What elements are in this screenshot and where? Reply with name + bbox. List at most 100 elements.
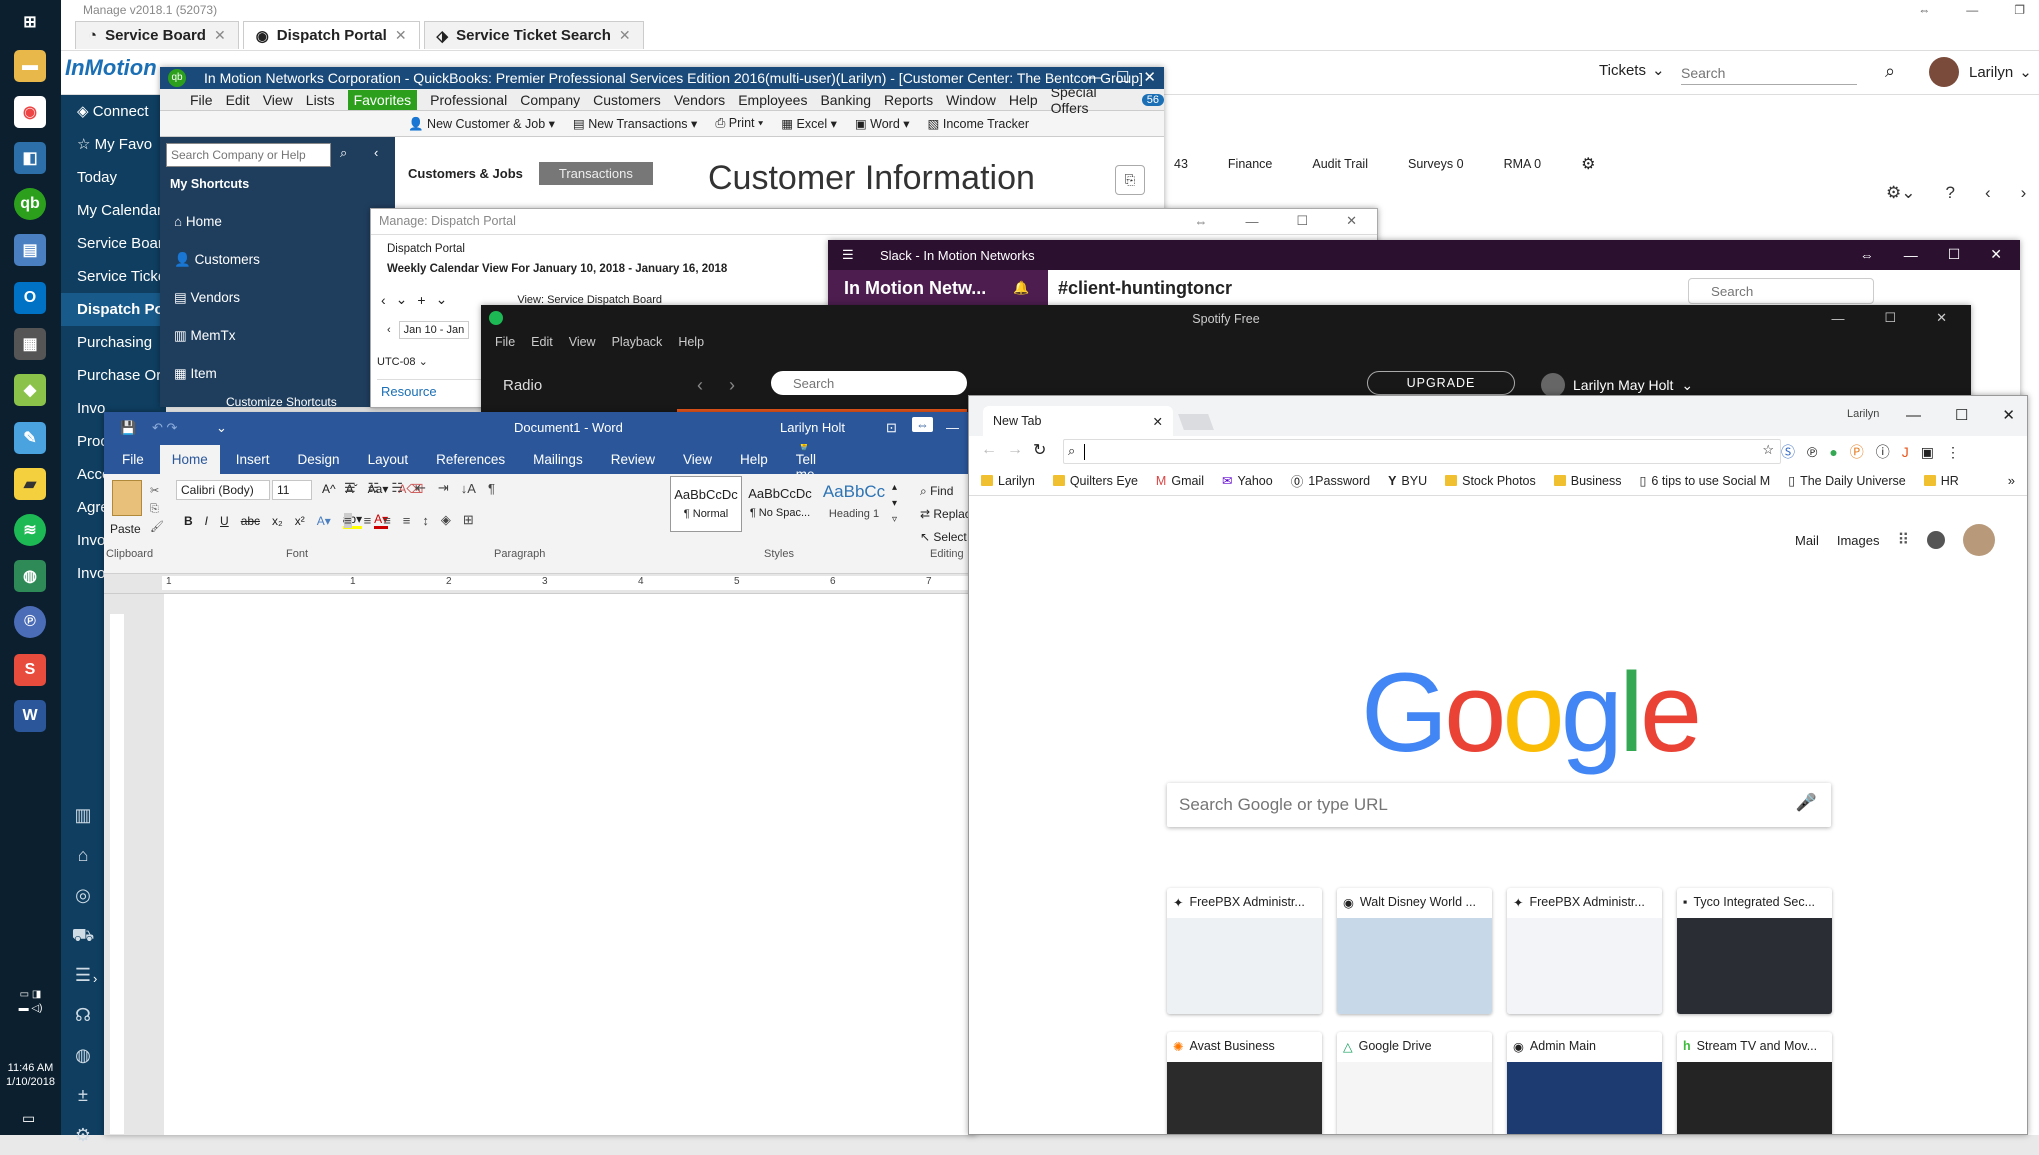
sidebar-item-purchase-order[interactable]: Purchase Ord xyxy=(61,359,166,392)
spotify-search-input[interactable] xyxy=(771,371,967,395)
outlook-taskbar-icon[interactable]: O xyxy=(14,282,46,314)
grow-font-icon[interactable]: A^ xyxy=(322,482,336,496)
word-titlebar[interactable]: 💾 ↶ ↷ ⌄ Document1 - Word Larilyn Holt ⊡ … xyxy=(104,412,976,444)
pinterest-icon[interactable]: ℗ xyxy=(1807,444,1817,460)
subtab-count[interactable]: 43 xyxy=(1174,157,1188,171)
maximize-icon[interactable]: ☐ xyxy=(1955,406,1968,424)
sticky-notes-taskbar-icon[interactable]: ▰ xyxy=(14,468,46,500)
resize-icon[interactable]: ⇔ xyxy=(912,417,933,432)
menu-lists[interactable]: Lists xyxy=(306,92,335,108)
search-icon[interactable]: ⌕ xyxy=(1885,61,1895,82)
tickets-dropdown[interactable]: Tickets ⌄ xyxy=(1599,61,1665,80)
excel-button[interactable]: ▦ Excel ▾ xyxy=(781,116,837,131)
font-name-select[interactable]: Calibri (Body) xyxy=(176,480,270,500)
bookmark-gmail[interactable]: M Gmail xyxy=(1156,474,1204,488)
channel-name[interactable]: #client-huntingtoncr xyxy=(1058,278,1232,299)
close-icon[interactable]: ✕ xyxy=(1990,246,2002,263)
workspace-name[interactable]: In Motion Netw... xyxy=(844,278,986,299)
income-tracker-button[interactable]: ▧ Income Tracker xyxy=(928,116,1029,131)
paste-button[interactable]: Paste xyxy=(110,522,141,536)
reload-icon[interactable]: ↻ xyxy=(1033,440,1046,460)
avatar[interactable] xyxy=(1963,524,1996,556)
align-center-icon[interactable]: ≡ xyxy=(364,513,372,528)
mail-link[interactable]: Mail xyxy=(1795,533,1819,548)
select-button[interactable]: ↖ Select xyxy=(920,526,971,549)
shortcut-customers[interactable]: 👤 Customers xyxy=(174,241,260,279)
document-taskbar-icon[interactable]: ▤ xyxy=(14,234,46,266)
menu-company[interactable]: Company xyxy=(520,92,580,108)
expand-sidebar-icon[interactable]: › xyxy=(93,971,97,986)
minimize-icon[interactable]: — xyxy=(1966,0,1978,20)
quickbooks-taskbar-icon[interactable]: qb xyxy=(14,188,46,220)
s-taskbar-icon[interactable]: S xyxy=(14,654,46,686)
customize-shortcuts-link[interactable]: Customize Shortcuts xyxy=(226,395,337,407)
notifications-icon[interactable] xyxy=(1927,531,1946,549)
server-icon[interactable]: ▥ xyxy=(61,795,105,835)
tab-customers-jobs[interactable]: Customers & Jobs xyxy=(400,161,531,185)
google-search-box[interactable]: 🎤 xyxy=(1167,783,1831,827)
chrome-tabstrip[interactable]: New Tab ✕ Larilyn — ☐ ✕ xyxy=(969,396,2027,436)
company-search-input[interactable] xyxy=(166,143,331,167)
most-visited-tile[interactable]: h Stream TV and Mov... xyxy=(1677,1032,1832,1134)
bookmark-hr[interactable]: HR xyxy=(1923,474,1959,488)
tab-service-ticket-search[interactable]: ⬗ Service Ticket Search ✕ xyxy=(423,21,644,49)
copy-icon[interactable]: ⎘ xyxy=(150,500,164,518)
star-icon[interactable]: ☆ xyxy=(1762,442,1774,458)
spotify-taskbar-icon[interactable]: ≋ xyxy=(14,514,46,546)
ribbon-display-icon[interactable]: ⊡ xyxy=(886,420,897,436)
omnibox[interactable]: ⌕ ☆ xyxy=(1063,439,1781,464)
menu-favorites[interactable]: Favorites xyxy=(347,89,418,110)
resize-icon[interactable]: ⇔ xyxy=(1918,0,1930,20)
shortcut-vendors[interactable]: ▤ Vendors xyxy=(174,279,260,317)
app-taskbar-icon[interactable]: ◆ xyxy=(14,374,46,406)
format-painter-icon[interactable]: 🖌 xyxy=(150,518,164,536)
strikethrough-icon[interactable]: abc xyxy=(241,514,260,528)
tab-review[interactable]: Review xyxy=(611,452,655,467)
horizontal-ruler[interactable]: 1 1 2 3 4 5 6 7 xyxy=(104,574,976,594)
menu-help[interactable]: Help xyxy=(678,335,704,349)
menu-employees[interactable]: Employees xyxy=(738,92,807,108)
increase-indent-icon[interactable]: ⇥ xyxy=(438,480,449,496)
align-right-icon[interactable]: ≡ xyxy=(383,513,391,528)
radio-label[interactable]: Radio xyxy=(503,377,542,394)
word-user[interactable]: Larilyn Holt xyxy=(780,420,845,435)
document-page[interactable] xyxy=(164,594,976,1135)
minimize-icon[interactable]: — xyxy=(1904,247,1918,263)
tab-view[interactable]: View xyxy=(683,452,712,467)
sidebar-item-calendar[interactable]: My Calendar xyxy=(61,194,166,227)
most-visited-tile[interactable]: △ Google Drive xyxy=(1337,1032,1492,1134)
back-icon[interactable]: ‹ xyxy=(697,375,703,396)
menu-edit[interactable]: Edit xyxy=(226,92,250,108)
user-menu[interactable]: Larilyn ⌄ xyxy=(1969,63,2032,82)
minimize-icon[interactable]: — xyxy=(1831,311,1844,326)
minimize-icon[interactable]: — xyxy=(1906,407,1921,424)
decrease-indent-icon[interactable]: ⇤ xyxy=(415,480,426,496)
settings-icon[interactable]: ⚙ xyxy=(61,1115,105,1155)
superscript-icon[interactable]: x² xyxy=(295,514,305,528)
action-center-icon[interactable]: ▭ xyxy=(22,1110,35,1127)
chevron-left-icon[interactable]: ‹ xyxy=(1985,183,1991,203)
bold-icon[interactable]: B xyxy=(184,514,193,528)
menu-playback[interactable]: Playback xyxy=(612,335,663,349)
shortcut-home[interactable]: ⌂ Home xyxy=(174,203,260,241)
google-search-input[interactable] xyxy=(1179,791,1779,819)
menu-vendors[interactable]: Vendors xyxy=(674,92,725,108)
close-icon[interactable]: ✕ xyxy=(1936,310,1947,326)
close-icon[interactable]: ✕ xyxy=(2002,406,2015,424)
undo-icon[interactable]: ↶ ↷ xyxy=(152,420,177,436)
bookmark-social-tips[interactable]: ▯ 6 tips to use Social M xyxy=(1640,473,1771,489)
hamburger-icon[interactable]: ☰ xyxy=(842,247,854,263)
most-visited-tile[interactable]: ✦ FreePBX Administr... xyxy=(1507,888,1662,1014)
vertical-ruler[interactable] xyxy=(104,594,164,1135)
menu-icon[interactable]: ⋮ xyxy=(1946,444,1960,461)
chevron-left-icon[interactable]: ‹ xyxy=(381,292,386,308)
style-heading-1[interactable]: AaBbCc Heading 1 xyxy=(818,476,890,532)
new-customer-button[interactable]: 👤 New Customer & Job ▾ xyxy=(408,116,555,132)
tab-design[interactable]: Design xyxy=(298,452,340,467)
help-icon[interactable]: ? xyxy=(1945,183,1954,203)
maximize-icon[interactable]: ☐ xyxy=(1116,67,1129,89)
tab-service-board[interactable]: ◔ Service Board ✕ xyxy=(75,21,239,49)
manage-taskbar-icon[interactable]: ◧ xyxy=(14,142,46,174)
web-taskbar-icon[interactable]: ◍ xyxy=(14,560,46,592)
tab-mailings[interactable]: Mailings xyxy=(533,452,583,467)
